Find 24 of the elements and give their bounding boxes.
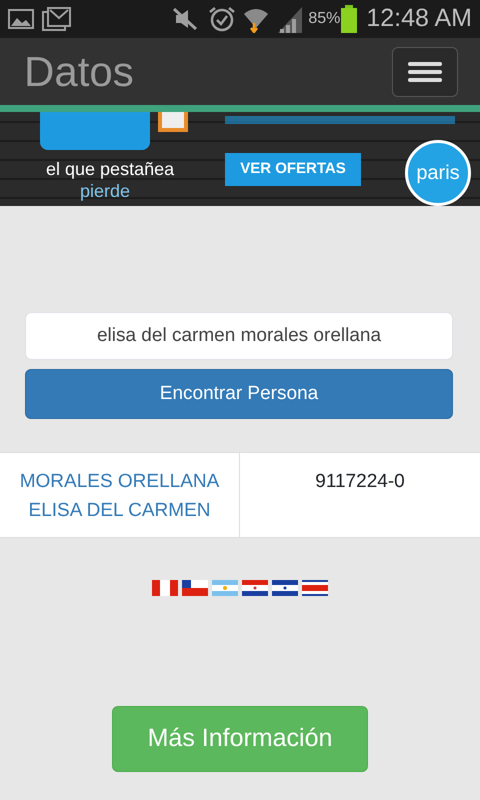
alarm-icon [208, 6, 236, 32]
flag-icon [212, 580, 238, 596]
menu-icon [408, 60, 442, 84]
banner-tagline: pierde [80, 180, 130, 203]
page-title: Datos [24, 47, 134, 97]
offers-button[interactable]: VER OFERTAS [225, 153, 361, 186]
menu-button[interactable] [392, 46, 458, 96]
more-info-button[interactable]: Más Información [112, 706, 368, 772]
flag-icon [152, 580, 178, 596]
result-id: 9117224-0 [315, 471, 405, 492]
flag-icon [302, 580, 328, 596]
flag-icon [272, 580, 298, 596]
flag-icon [242, 580, 268, 596]
image-icon [8, 7, 34, 31]
clock-time: 12:48 AM [366, 3, 472, 34]
mail-icon [42, 6, 72, 32]
banner-tagline: el que pestañea [46, 158, 174, 181]
signal-icon [276, 5, 304, 33]
battery-percent: 85% [308, 9, 340, 29]
find-button[interactable]: Encontrar Persona [25, 369, 453, 419]
result-name-link[interactable]: MORALES ORELLANA ELISA DEL CARMEN [0, 467, 239, 525]
flag-icon [182, 580, 208, 596]
search-field[interactable]: elisa del carmen morales orellana [25, 312, 453, 360]
battery-icon [340, 5, 358, 33]
